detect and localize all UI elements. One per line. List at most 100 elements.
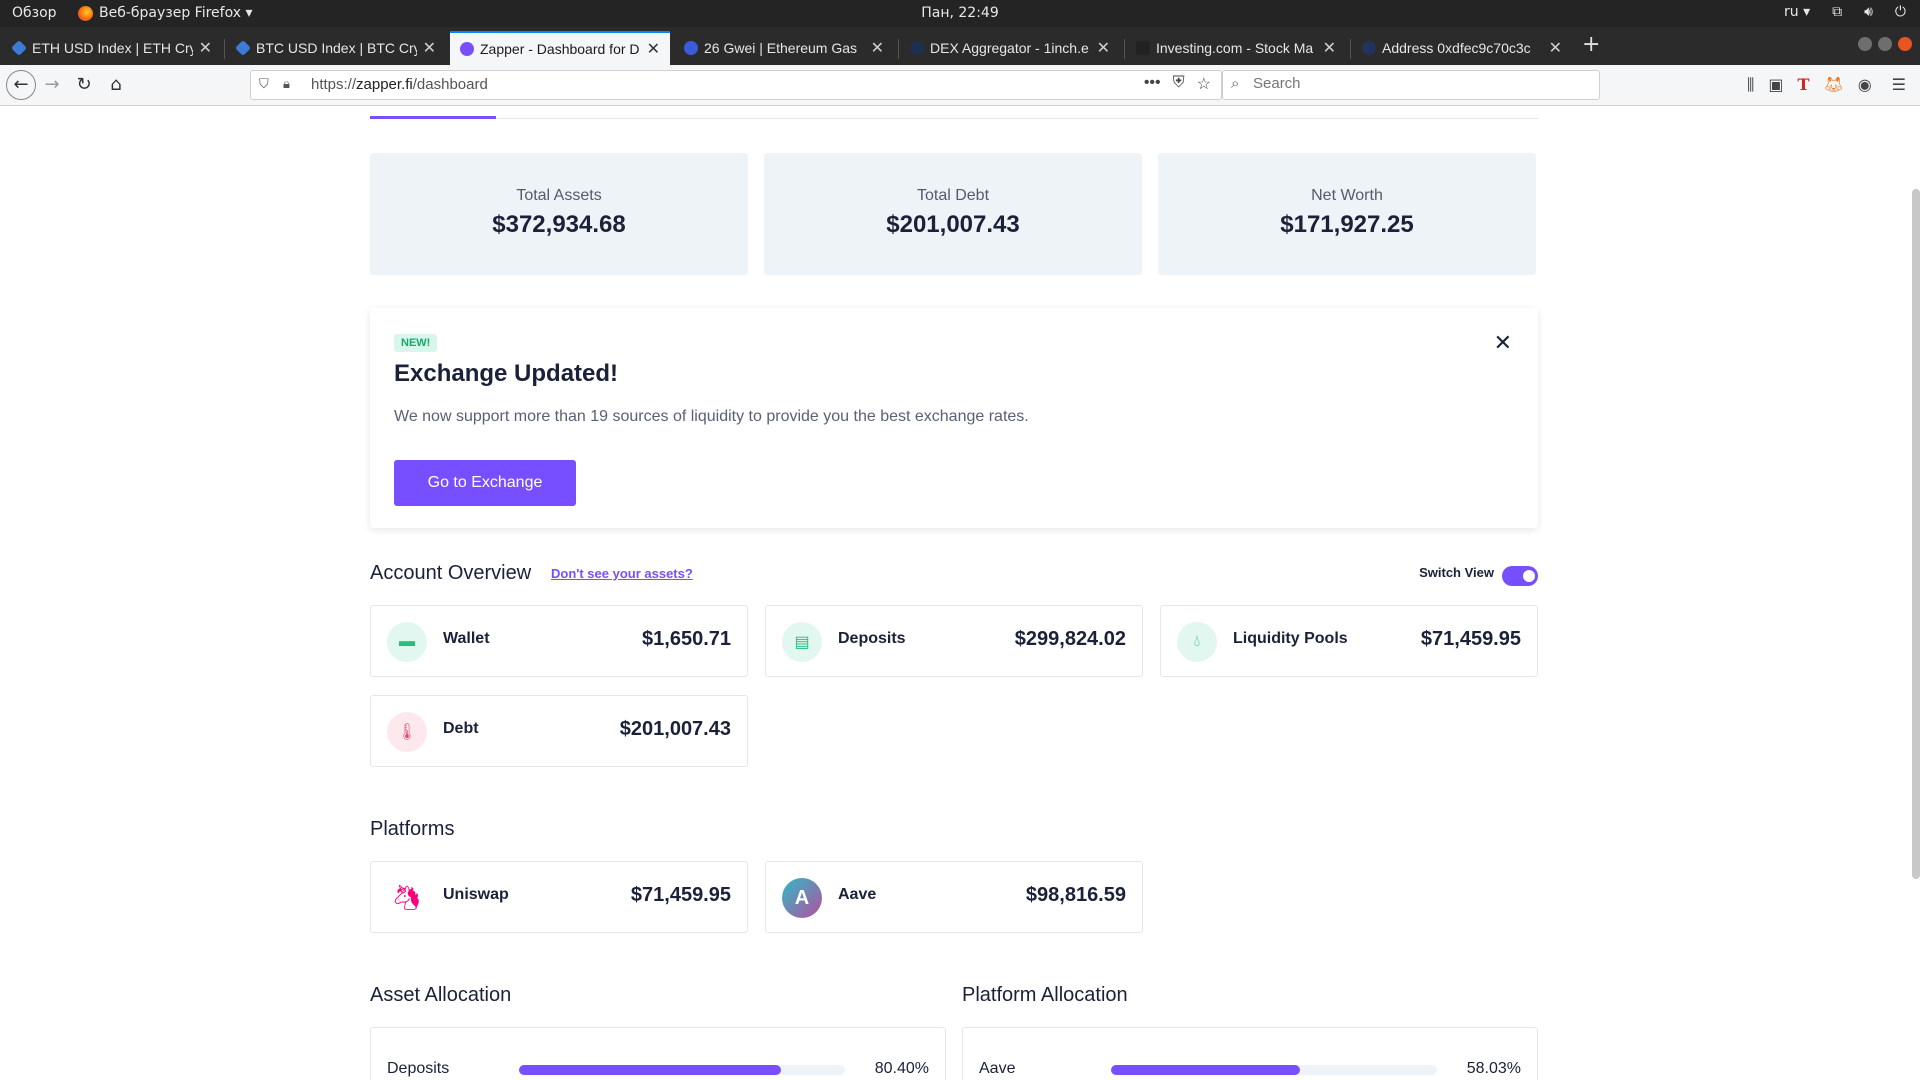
forward-button[interactable]: → xyxy=(40,73,64,97)
search-input[interactable] xyxy=(1251,74,1585,93)
aave-tile[interactable]: A Aave $98,816.59 xyxy=(765,861,1143,933)
tab-favicon xyxy=(1136,41,1150,55)
close-tab-icon[interactable]: ✕ xyxy=(1097,38,1110,58)
close-tab-icon[interactable]: ✕ xyxy=(199,38,212,58)
tile-name: Aave xyxy=(838,886,877,903)
tab-favicon xyxy=(235,40,251,56)
net-worth-card: Net Worth $171,927.25 xyxy=(1158,153,1536,275)
asset-allocation-card: Deposits 80.40% xyxy=(370,1027,946,1080)
close-tab-icon[interactable]: ✕ xyxy=(1323,38,1336,58)
tab-title: Zapper - Dashboard for D xyxy=(480,41,640,57)
network-icon[interactable]: ⧉ xyxy=(1832,4,1842,20)
tab-etherscan[interactable]: Address 0xdfec9c70c3c ✕ xyxy=(1352,31,1572,65)
clock[interactable]: Пан, 22:49 xyxy=(0,5,1920,21)
tab-zapper[interactable]: Zapper - Dashboard for D ✕ xyxy=(450,31,670,65)
thermometer-icon: 🌡︎ xyxy=(387,712,427,752)
url-path: /dashboard xyxy=(412,76,488,93)
metamask-icon[interactable]: 🦊︎ xyxy=(1823,75,1843,95)
summary-value: $201,007.43 xyxy=(886,211,1020,238)
back-button[interactable]: ← xyxy=(6,70,36,100)
account-icon[interactable]: ◉ xyxy=(1858,75,1872,95)
tile-amount: $98,816.59 xyxy=(1025,884,1126,906)
platform-allocation-title: Platform Allocation xyxy=(962,984,1128,1006)
asset-allocation-title: Asset Allocation xyxy=(370,984,512,1006)
tab-investing[interactable]: Investing.com - Stock Ma ✕ xyxy=(1126,31,1346,65)
tile-name: Debt xyxy=(443,720,479,737)
search-bar[interactable]: ⌕ xyxy=(1222,70,1600,100)
library-icon[interactable]: ⫼ xyxy=(1747,75,1754,95)
allocation-bar-track xyxy=(519,1065,845,1075)
debt-tile[interactable]: 🌡︎ Debt $201,007.43 xyxy=(370,695,748,767)
url-text[interactable]: https://zapper.fi/dashboard xyxy=(311,76,488,93)
bookmark-star-icon[interactable]: ☆ xyxy=(1197,74,1211,94)
tab-1inch[interactable]: DEX Aggregator - 1inch.e ✕ xyxy=(900,31,1120,65)
switch-view-label: Switch View xyxy=(1419,565,1494,580)
wallet-tile[interactable]: ▬ Wallet $1,650.71 xyxy=(370,605,748,677)
go-to-exchange-button[interactable]: Go to Exchange xyxy=(394,460,576,506)
allocation-percent: 58.03% xyxy=(1466,1060,1521,1077)
tab-gas[interactable]: 26 Gwei | Ethereum Gas ✕ xyxy=(674,31,894,65)
power-icon[interactable]: ⏻ xyxy=(1895,4,1906,20)
toolbar-icons: ⫼ ▣ T 🦊︎ ◉ ☰ xyxy=(1747,75,1906,95)
tile-amount: $71,459.95 xyxy=(630,884,731,906)
summary-value: $372,934.68 xyxy=(492,211,626,238)
tab-btc-usd[interactable]: BTC USD Index | BTC Cry ✕ xyxy=(226,31,446,65)
tile-name: Uniswap xyxy=(443,886,509,903)
system-tray: ru ▾ ⧉ 🔊︎ ⏻ xyxy=(1784,4,1906,20)
liquidity-pools-tile[interactable]: 💧︎ Liquidity Pools $71,459.95 xyxy=(1160,605,1538,677)
close-window-button[interactable] xyxy=(1898,37,1912,51)
page-scrollbar[interactable] xyxy=(1912,189,1920,879)
switch-view-toggle[interactable] xyxy=(1502,566,1538,586)
home-button[interactable]: ⌂ xyxy=(104,73,128,97)
navigation-bar: ← → ↻ ⌂ ⛉ 🔒︎ https://zapper.fi/dashboard… xyxy=(0,65,1920,106)
exchange-updated-banner: NEW! ✕ Exchange Updated! We now support … xyxy=(370,308,1538,528)
account-overview-title: Account Overview xyxy=(370,562,532,584)
close-tab-icon[interactable]: ✕ xyxy=(1549,38,1562,58)
lock-icon[interactable]: 🔒︎ xyxy=(283,76,290,92)
tab-strip: ETH USD Index | ETH Cry ✕ BTC USD Index … xyxy=(0,27,1920,65)
uniswap-icon: 🦄︎ xyxy=(391,884,423,912)
total-debt-card: Total Debt $201,007.43 xyxy=(764,153,1142,275)
tile-name: Liquidity Pools xyxy=(1233,630,1348,647)
language-indicator[interactable]: ru ▾ xyxy=(1784,4,1810,20)
minimize-button[interactable] xyxy=(1858,37,1872,51)
summary-label: Total Debt xyxy=(916,187,990,204)
deposits-tile[interactable]: ▤ Deposits $299,824.02 xyxy=(765,605,1143,677)
tile-amount: $1,650.71 xyxy=(642,628,731,650)
url-actions: ••• ⛨ ☆ xyxy=(1144,74,1211,94)
tab-favicon xyxy=(11,40,27,56)
dont-see-assets-link[interactable]: Don't see your assets? xyxy=(551,566,693,581)
tracking-shield-icon[interactable]: ⛉ xyxy=(259,76,269,92)
tab-eth-usd[interactable]: ETH USD Index | ETH Cry ✕ xyxy=(2,31,222,65)
summary-label: Total Assets xyxy=(516,187,602,204)
close-tab-icon[interactable]: ✕ xyxy=(871,38,884,58)
tab-title: BTC USD Index | BTC Cry xyxy=(256,40,417,56)
window-controls xyxy=(1858,37,1912,51)
close-icon[interactable]: ✕ xyxy=(1494,330,1512,356)
tile-name: Wallet xyxy=(443,630,490,647)
url-host: zapper.fi xyxy=(356,76,413,93)
tab-title: ETH USD Index | ETH Cry xyxy=(32,40,193,56)
tab-favicon xyxy=(460,42,474,56)
page-actions-icon[interactable]: ••• xyxy=(1144,74,1161,94)
deposits-icon: ▤ xyxy=(782,622,822,662)
close-tab-icon[interactable]: ✕ xyxy=(423,38,436,58)
new-tab-button[interactable]: + xyxy=(1582,32,1600,57)
maximize-button[interactable] xyxy=(1878,37,1892,51)
tile-name: Deposits xyxy=(838,630,906,647)
pocket-icon[interactable]: ⛨ xyxy=(1173,74,1185,94)
close-tab-icon[interactable]: ✕ xyxy=(647,39,660,59)
menu-icon[interactable]: ☰ xyxy=(1892,75,1906,95)
allocation-bar-track xyxy=(1111,1065,1437,1075)
total-assets-card: Total Assets $372,934.68 xyxy=(370,153,748,275)
summary-label: Net Worth xyxy=(1311,187,1383,204)
uniswap-tile[interactable]: 🦄︎ Uniswap $71,459.95 xyxy=(370,861,748,933)
translate-extension-icon[interactable]: T xyxy=(1797,75,1809,95)
platforms-title: Platforms xyxy=(370,818,455,840)
tab-title: DEX Aggregator - 1inch.e xyxy=(930,40,1089,56)
allocation-bar-fill xyxy=(1111,1065,1301,1075)
sidebar-icon[interactable]: ▣ xyxy=(1768,75,1783,95)
reload-button[interactable]: ↻ xyxy=(72,73,96,97)
volume-icon[interactable]: 🔊︎ xyxy=(1864,4,1873,20)
url-bar[interactable]: ⛉ 🔒︎ https://zapper.fi/dashboard ••• ⛨ ☆ xyxy=(250,70,1222,100)
